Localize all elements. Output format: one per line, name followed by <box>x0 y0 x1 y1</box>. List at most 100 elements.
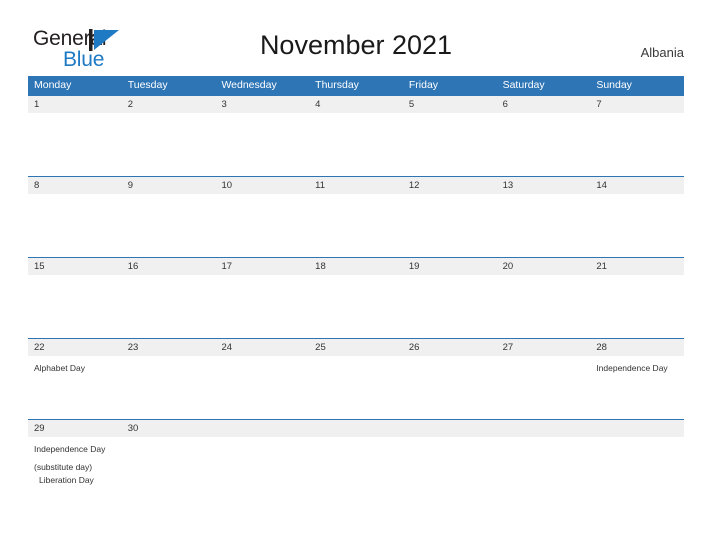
week-row: 29 30 Independence Day (substitute day) … <box>28 419 684 500</box>
day-header-friday: Friday <box>408 79 439 91</box>
day-cell[interactable]: Independence Day (substitute day) Libera… <box>28 437 122 500</box>
day-number[interactable]: 8 <box>28 177 122 194</box>
week-event-band: Independence Day (substitute day) Libera… <box>28 437 684 500</box>
day-cell[interactable] <box>28 194 122 257</box>
day-number[interactable]: 17 <box>215 258 309 275</box>
day-cell[interactable] <box>215 194 309 257</box>
week-date-band: 29 30 <box>28 420 684 437</box>
week-date-band: 8 9 10 11 12 13 14 <box>28 177 684 194</box>
day-cell[interactable] <box>403 437 497 500</box>
day-number[interactable]: 10 <box>215 177 309 194</box>
day-number[interactable]: 2 <box>122 96 216 113</box>
day-header-sunday: Sunday <box>596 79 632 91</box>
day-cell[interactable] <box>215 356 309 419</box>
event-label: Independence Day <box>596 363 668 373</box>
day-cell[interactable] <box>28 275 122 338</box>
day-number[interactable]: 24 <box>215 339 309 356</box>
week-date-band: 1 2 3 4 5 6 7 <box>28 96 684 113</box>
day-number[interactable]: 9 <box>122 177 216 194</box>
day-cell[interactable] <box>309 356 403 419</box>
day-cell[interactable] <box>122 356 216 419</box>
day-number[interactable]: 18 <box>309 258 403 275</box>
day-number[interactable]: 12 <box>403 177 497 194</box>
day-cell[interactable] <box>403 275 497 338</box>
event-label: Alphabet Day <box>34 363 86 373</box>
day-number[interactable]: 21 <box>590 258 684 275</box>
day-number[interactable]: 13 <box>497 177 591 194</box>
day-cell[interactable] <box>122 113 216 176</box>
day-of-week-header-row: Monday Tuesday Wednesday Thursday Friday… <box>28 76 684 95</box>
day-cell[interactable] <box>215 113 309 176</box>
day-cell[interactable] <box>122 437 216 500</box>
day-number[interactable]: 5 <box>403 96 497 113</box>
week-row: 22 23 24 25 26 27 28 Alphabet Day Indepe… <box>28 338 684 419</box>
day-number[interactable] <box>590 420 684 437</box>
day-cell[interactable] <box>309 437 403 500</box>
day-cell[interactable] <box>497 113 591 176</box>
day-number[interactable]: 16 <box>122 258 216 275</box>
day-number[interactable] <box>215 420 309 437</box>
day-number[interactable]: 11 <box>309 177 403 194</box>
day-cell[interactable] <box>28 113 122 176</box>
calendar-grid: Monday Tuesday Wednesday Thursday Friday… <box>28 76 684 500</box>
event-label-secondary: Liberation Day <box>39 475 94 485</box>
day-header-thursday: Thursday <box>315 79 359 91</box>
day-number[interactable]: 6 <box>497 96 591 113</box>
day-number[interactable]: 19 <box>403 258 497 275</box>
week-event-band <box>28 113 684 176</box>
day-number[interactable]: 25 <box>309 339 403 356</box>
day-cell[interactable] <box>122 194 216 257</box>
day-header-tuesday: Tuesday <box>127 79 168 91</box>
day-cell[interactable] <box>590 113 684 176</box>
day-number[interactable]: 22 <box>28 339 122 356</box>
day-cell[interactable] <box>497 356 591 419</box>
day-number[interactable] <box>309 420 403 437</box>
day-header-wednesday: Wednesday <box>221 79 277 91</box>
event-label: Independence Day (substitute day) <box>34 444 106 472</box>
day-number[interactable]: 4 <box>309 96 403 113</box>
day-number[interactable]: 28 <box>590 339 684 356</box>
day-cell[interactable] <box>497 275 591 338</box>
week-event-band <box>28 194 684 257</box>
page-title: November 2021 <box>259 30 453 60</box>
day-header-monday: Monday <box>34 79 72 91</box>
day-number[interactable]: 3 <box>215 96 309 113</box>
day-number[interactable]: 1 <box>28 96 122 113</box>
day-number[interactable]: 29 <box>28 420 122 437</box>
day-cell[interactable] <box>403 113 497 176</box>
day-header-saturday: Saturday <box>502 79 545 91</box>
day-cell[interactable] <box>497 437 591 500</box>
day-number[interactable]: 26 <box>403 339 497 356</box>
day-cell[interactable]: Alphabet Day <box>28 356 122 419</box>
week-row: 8 9 10 11 12 13 14 <box>28 176 684 257</box>
week-event-band: Alphabet Day Independence Day <box>28 356 684 419</box>
day-cell[interactable] <box>215 275 309 338</box>
day-number[interactable]: 7 <box>590 96 684 113</box>
day-cell[interactable] <box>309 113 403 176</box>
week-row: 1 2 3 4 5 6 7 <box>28 95 684 176</box>
day-number[interactable] <box>403 420 497 437</box>
day-cell[interactable] <box>497 194 591 257</box>
day-number[interactable]: 14 <box>590 177 684 194</box>
week-date-band: 22 23 24 25 26 27 28 <box>28 339 684 356</box>
page-header: General Blue November 2021 Albania <box>0 0 712 76</box>
day-cell[interactable] <box>403 356 497 419</box>
day-cell[interactable] <box>590 275 684 338</box>
day-cell[interactable] <box>122 275 216 338</box>
day-number[interactable]: 15 <box>28 258 122 275</box>
day-number[interactable]: 27 <box>497 339 591 356</box>
day-cell[interactable] <box>590 437 684 500</box>
week-event-band <box>28 275 684 338</box>
day-number[interactable]: 20 <box>497 258 591 275</box>
country-label: Albania <box>640 45 684 60</box>
week-row: 15 16 17 18 19 20 21 <box>28 257 684 338</box>
day-number[interactable]: 30 <box>122 420 216 437</box>
day-cell[interactable]: Independence Day <box>590 356 684 419</box>
day-cell[interactable] <box>309 275 403 338</box>
day-cell[interactable] <box>403 194 497 257</box>
day-cell[interactable] <box>590 194 684 257</box>
day-number[interactable] <box>497 420 591 437</box>
day-cell[interactable] <box>309 194 403 257</box>
day-number[interactable]: 23 <box>122 339 216 356</box>
day-cell[interactable] <box>215 437 309 500</box>
